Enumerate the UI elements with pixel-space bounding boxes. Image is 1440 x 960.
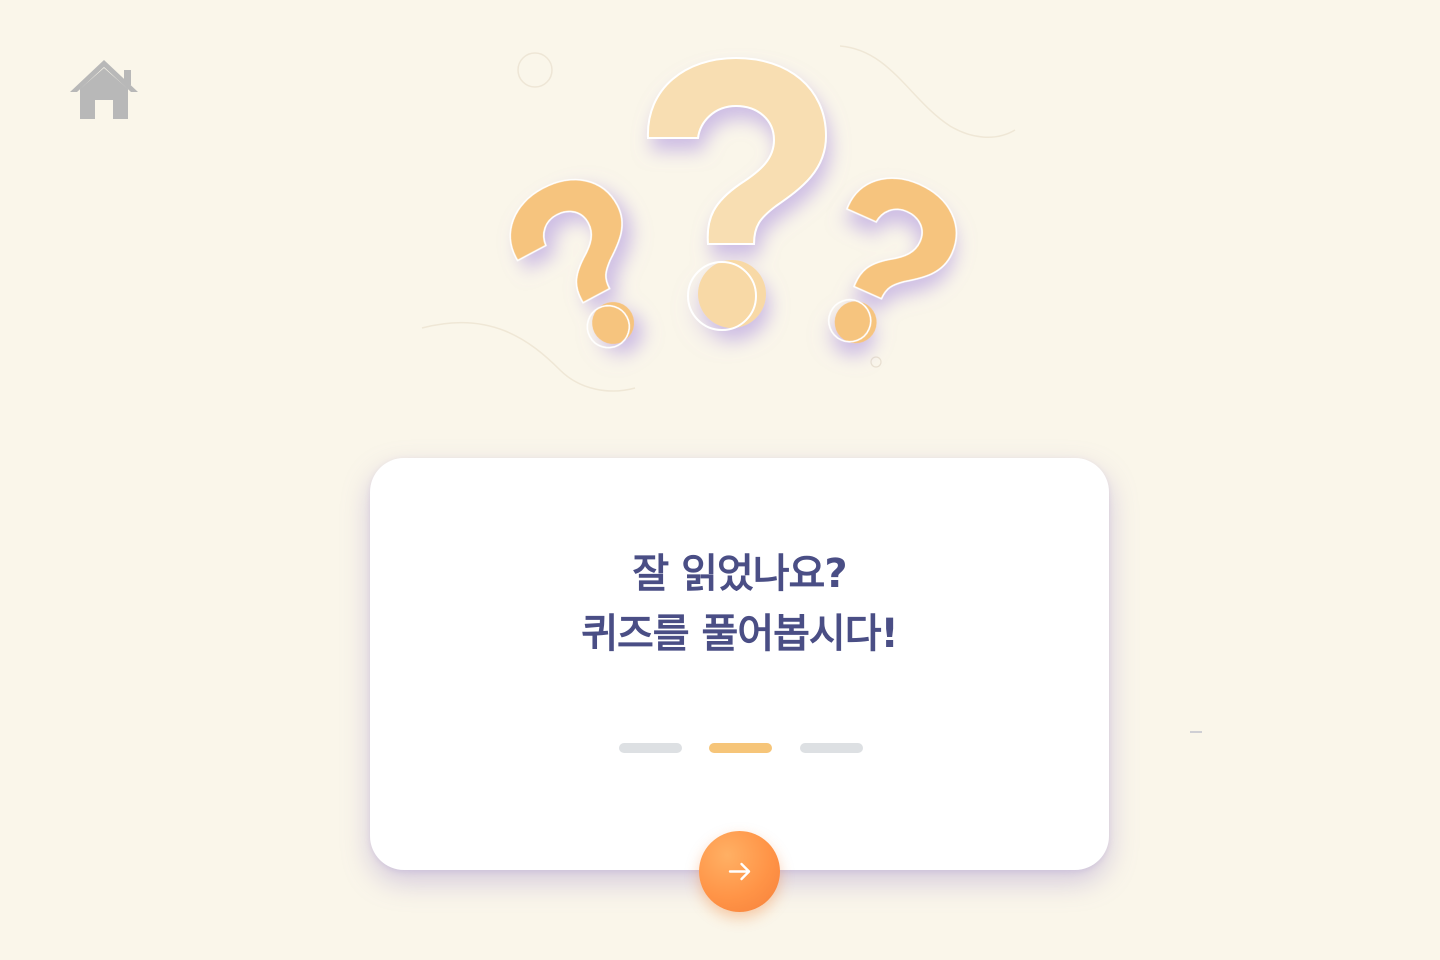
quiz-heading-line-1: 잘 읽었나요? [632,551,847,597]
question-marks-icon [421,45,1016,392]
quiz-heading: 잘 읽었나요? 퀴즈를 풀어봅시다! [370,544,1109,664]
page-indicator-dot-3 [800,743,863,753]
page-indicator-dot-1 [619,743,682,753]
quiz-heading-line-2: 퀴즈를 풀어봅시다! [581,611,899,657]
quiz-intro-card: 잘 읽었나요? 퀴즈를 풀어봅시다! [370,458,1109,870]
decorative-dash [1190,731,1202,733]
page-indicator [619,743,863,753]
page-indicator-dot-2 [709,743,772,753]
arrow-right-icon [728,862,751,881]
home-icon [70,60,138,119]
home-button[interactable] [66,56,142,122]
question-marks-illustration [410,30,1050,410]
next-button[interactable] [699,831,780,912]
